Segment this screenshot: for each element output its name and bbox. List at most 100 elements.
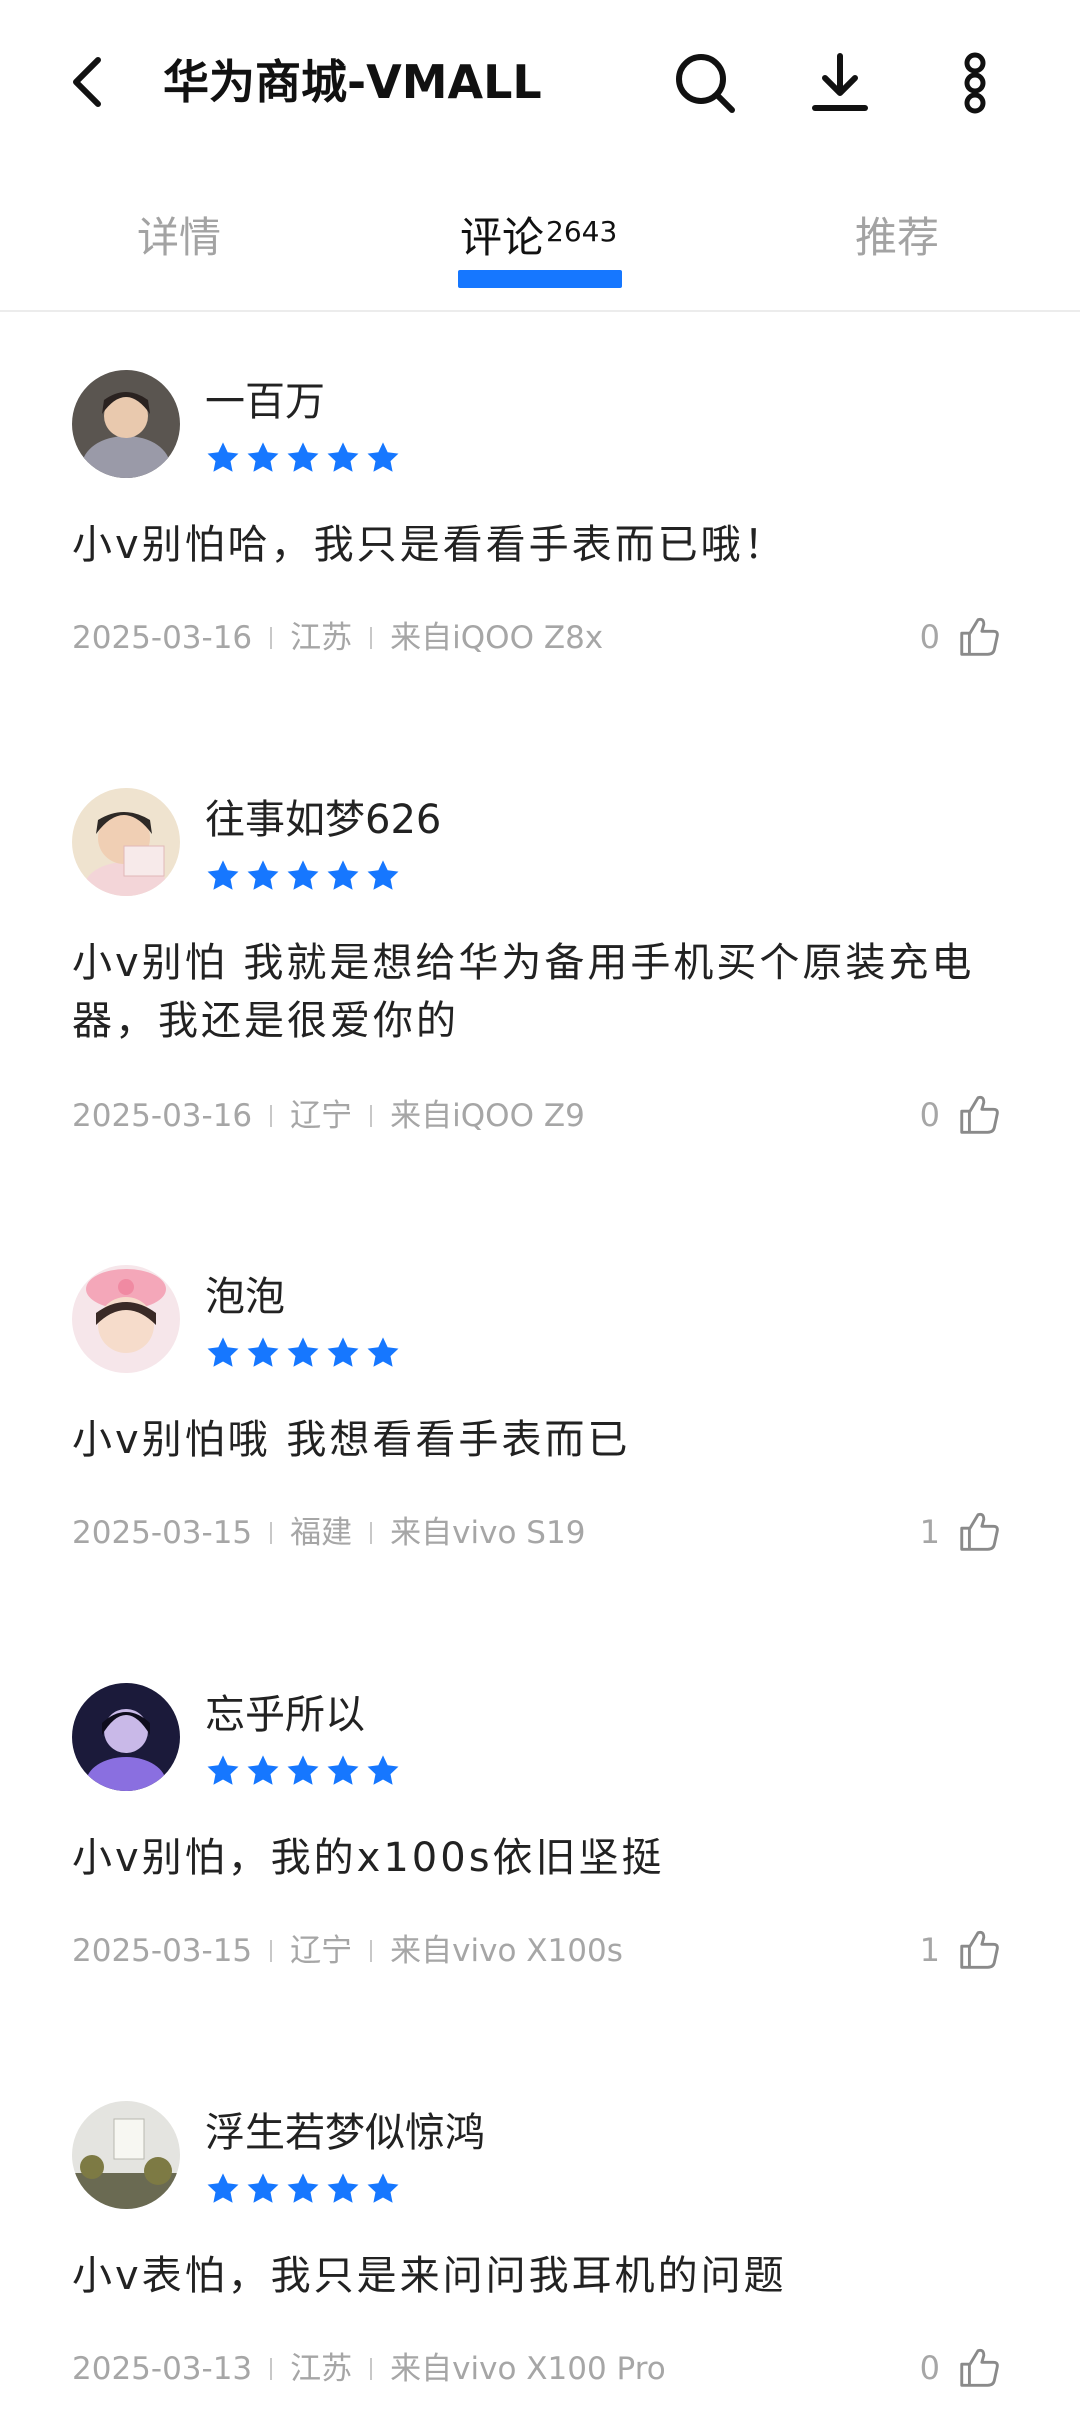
review-device: 来自vivo S19 — [390, 1515, 586, 1551]
divider — [370, 1939, 373, 1962]
search-icon[interactable] — [670, 48, 740, 118]
review-meta: 2025-03-16 辽宁 来自iQOO Z9 — [72, 1096, 585, 1136]
like-button[interactable]: 1 — [920, 1925, 1002, 1975]
review-region: 江苏 — [290, 620, 353, 656]
star-icon — [247, 860, 279, 890]
thumbs-up-icon — [960, 1095, 999, 1134]
review-region: 江苏 — [290, 2351, 353, 2387]
star-icon — [327, 860, 359, 890]
divider — [270, 2357, 273, 2380]
star-rating — [205, 1335, 401, 1371]
review-username: 忘乎所以 — [205, 1692, 365, 1738]
like-count: 1 — [919, 1931, 940, 1969]
like-button[interactable]: 0 — [920, 1090, 1002, 1140]
star-icon — [367, 1755, 399, 1785]
like-count: 0 — [919, 618, 940, 656]
review-count: 2643 — [546, 215, 618, 248]
star-icon — [287, 1337, 319, 1367]
review-content: 小v表怕，我只是来问问我耳机的问题 — [72, 2253, 787, 2299]
review-content: 小v别怕哦 我想看看手表而已 — [72, 1417, 631, 1463]
review-content: 小v别怕 我就是想给华为备用手机买个原装充电器，我还是很爱你的 — [72, 940, 975, 1044]
star-rating — [205, 858, 401, 894]
review-date: 2025-03-15 — [72, 1933, 253, 1969]
star-icon — [207, 1337, 239, 1367]
like-count: 0 — [919, 1096, 940, 1134]
active-tab-indicator — [458, 270, 622, 288]
review-username: 往事如梦626 — [205, 797, 442, 843]
review-device: 来自iQOO Z9 — [390, 1098, 585, 1134]
thumbs-up-icon — [960, 617, 999, 656]
page-title: 华为商城-VMALL — [163, 55, 542, 109]
review-content: 小v别怕，我的x100s依旧坚挺 — [72, 1835, 665, 1881]
review-meta: 2025-03-15 辽宁 来自vivo X100s — [72, 1931, 623, 1971]
like-count: 1 — [919, 1513, 940, 1551]
review-meta: 2025-03-13 江苏 来自vivo X100 Pro — [72, 2349, 666, 2389]
star-icon — [287, 1755, 319, 1785]
thumbs-up-icon — [960, 1930, 999, 1969]
tab-details[interactable]: 详情 — [137, 208, 221, 268]
star-icon — [367, 2173, 399, 2203]
star-rating — [205, 2171, 401, 2207]
star-icon — [207, 2173, 239, 2203]
review-device: 来自vivo X100 Pro — [390, 2351, 666, 2387]
review-date: 2025-03-15 — [72, 1515, 253, 1551]
review-region: 福建 — [290, 1515, 353, 1551]
app-header: 华为商城-VMALL — [0, 0, 1080, 165]
star-icon — [367, 1337, 399, 1367]
star-icon — [367, 442, 399, 472]
divider — [370, 2357, 373, 2380]
divider — [370, 1521, 373, 1544]
thumbs-up-icon — [960, 2348, 999, 2387]
review-region: 辽宁 — [290, 1933, 353, 1969]
star-icon — [327, 2173, 359, 2203]
star-icon — [247, 1755, 279, 1785]
star-icon — [247, 2173, 279, 2203]
like-button[interactable]: 0 — [920, 2343, 1002, 2393]
divider — [270, 626, 273, 649]
review-region: 辽宁 — [290, 1098, 353, 1134]
star-icon — [367, 860, 399, 890]
tab-reviews[interactable]: 评论2643 — [460, 208, 617, 268]
avatar[interactable] — [72, 788, 180, 896]
review-date: 2025-03-16 — [72, 1098, 253, 1134]
tab-reviews-label: 评论 — [460, 213, 545, 262]
review-date: 2025-03-13 — [72, 2351, 253, 2387]
review-meta: 2025-03-16 江苏 来自iQOO Z8x — [72, 618, 603, 658]
star-icon — [327, 1337, 359, 1367]
tab-recommend[interactable]: 推荐 — [855, 208, 939, 268]
more-vertical-icon[interactable] — [940, 48, 1010, 118]
avatar[interactable] — [72, 1265, 180, 1373]
star-rating — [205, 1753, 401, 1789]
divider — [370, 626, 373, 649]
divider — [270, 1521, 273, 1544]
star-icon — [287, 860, 319, 890]
review-content: 小v别怕哈，我只是看看手表而已哦！ — [72, 522, 787, 568]
star-icon — [247, 442, 279, 472]
review-username: 一百万 — [205, 379, 325, 425]
review-username: 泡泡 — [205, 1274, 285, 1320]
thumbs-up-icon — [960, 1512, 999, 1551]
star-rating — [205, 440, 401, 476]
divider — [370, 1104, 373, 1127]
avatar[interactable] — [72, 2101, 180, 2209]
like-count: 0 — [919, 2349, 940, 2387]
star-icon — [207, 860, 239, 890]
avatar[interactable] — [72, 370, 180, 478]
star-icon — [327, 442, 359, 472]
like-button[interactable]: 1 — [920, 1507, 1002, 1557]
divider — [270, 1939, 273, 1962]
review-username: 浮生若梦似惊鸿 — [205, 2110, 485, 2156]
divider — [270, 1104, 273, 1127]
download-icon[interactable] — [805, 48, 875, 118]
star-icon — [287, 2173, 319, 2203]
star-icon — [207, 442, 239, 472]
back-arrow-icon[interactable] — [60, 52, 120, 112]
star-icon — [207, 1755, 239, 1785]
like-button[interactable]: 0 — [920, 612, 1002, 662]
star-icon — [327, 1755, 359, 1785]
avatar[interactable] — [72, 1683, 180, 1791]
tab-bar: 详情 评论2643 推荐 — [0, 180, 1080, 312]
star-icon — [247, 1337, 279, 1367]
review-device: 来自vivo X100s — [390, 1933, 623, 1969]
review-date: 2025-03-16 — [72, 620, 253, 656]
